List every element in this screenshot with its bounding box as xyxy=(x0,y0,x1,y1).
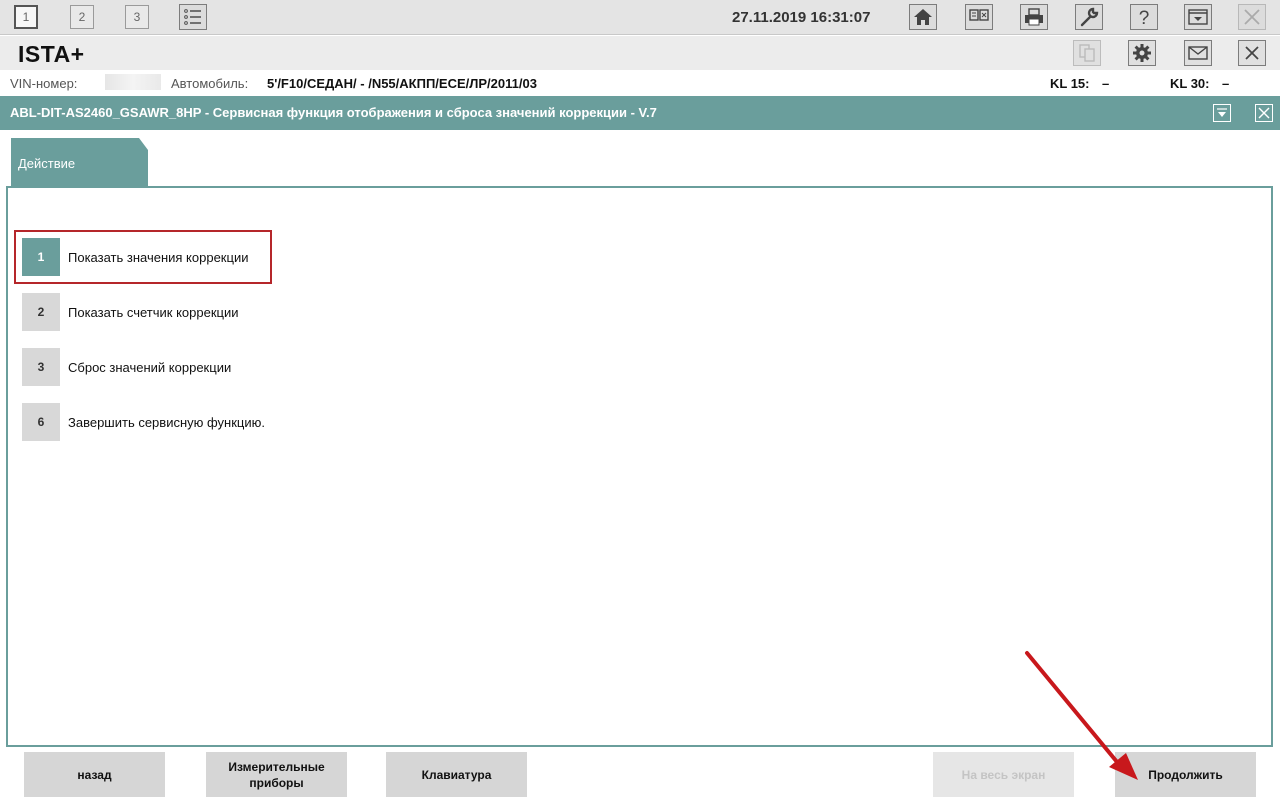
dialog-collapse-button[interactable] xyxy=(1213,104,1231,122)
workspace-tab-3[interactable]: 3 xyxy=(125,5,149,29)
home-button[interactable] xyxy=(909,4,937,30)
option-number: 2 xyxy=(22,293,60,331)
vehicle-management-button[interactable] xyxy=(965,4,993,30)
kl15-value: – xyxy=(1102,76,1110,91)
option-show-correction-values[interactable]: 1 Показать значения коррекции xyxy=(22,238,248,276)
close-app-button[interactable] xyxy=(1238,4,1266,30)
home-icon xyxy=(914,9,932,25)
help-icon: ? xyxy=(1139,8,1150,27)
vehicle-info-bar: VIN-номер: Автомобиль: 5'/F10/СЕДАН/ - /… xyxy=(0,70,1280,95)
list-icon xyxy=(184,9,201,25)
close-icon xyxy=(1245,46,1259,60)
dropdown-icon xyxy=(1217,108,1227,117)
workspace-tab-1[interactable]: 1 xyxy=(14,5,38,29)
copy-icon xyxy=(1079,44,1095,62)
dialog-title-bar: ABL-DIT-AS2460_GSAWR_8HP - Сервисная фун… xyxy=(0,96,1280,130)
copy-button[interactable] xyxy=(1073,40,1101,66)
tab-action[interactable]: Действие xyxy=(11,138,148,187)
app-title: ISTA+ xyxy=(18,41,85,67)
option-finish-service-function[interactable]: 6 Завершить сервисную функцию. xyxy=(22,403,265,441)
vehicle-data-icon xyxy=(969,9,989,21)
option-number: 1 xyxy=(22,238,60,276)
help-button[interactable]: ? xyxy=(1130,4,1158,30)
close-session-button[interactable] xyxy=(1238,40,1266,66)
settings-button[interactable] xyxy=(1128,40,1156,66)
wrench-icon xyxy=(1080,7,1099,27)
close-icon xyxy=(1258,107,1270,119)
vin-value-redacted xyxy=(105,74,161,90)
app-header: ISTA+ xyxy=(0,36,1280,70)
svg-text:?: ? xyxy=(1139,8,1150,27)
kl30-label: KL 30: xyxy=(1170,76,1210,91)
fullscreen-button[interactable]: На весь экран xyxy=(933,752,1074,797)
minimize-icon xyxy=(1188,9,1208,25)
car-value: 5'/F10/СЕДАН/ - /N55/АКПП/ECE/ЛР/2011/03 xyxy=(267,76,537,91)
measuring-devices-label-line1: Измерительные xyxy=(228,759,325,774)
dialog-close-button[interactable] xyxy=(1255,104,1273,122)
datetime-display: 27.11.2019 16:31:07 xyxy=(732,9,871,26)
print-button[interactable] xyxy=(1020,4,1048,30)
printer-icon xyxy=(1025,8,1043,26)
option-label: Завершить сервисную функцию. xyxy=(68,414,265,430)
kl30-value: – xyxy=(1222,76,1230,91)
dialog-title: ABL-DIT-AS2460_GSAWR_8HP - Сервисная фун… xyxy=(10,105,657,120)
back-button[interactable]: назад xyxy=(24,752,165,797)
service-button[interactable] xyxy=(1075,4,1103,30)
gear-icon xyxy=(1133,44,1151,62)
workspace-tab-2[interactable]: 2 xyxy=(70,5,94,29)
option-reset-correction-values[interactable]: 3 Сброс значений коррекции xyxy=(22,348,231,386)
measuring-devices-label-line2: приборы xyxy=(249,775,304,790)
car-label: Автомобиль: xyxy=(171,76,249,91)
top-toolbar: 1 2 3 27.11.2019 16:31:07 ? xyxy=(0,0,1280,35)
envelope-icon xyxy=(1188,46,1208,60)
option-number: 6 xyxy=(22,403,60,441)
tab-action-label: Действие xyxy=(18,156,76,171)
kl15-label: KL 15: xyxy=(1050,76,1090,91)
message-button[interactable] xyxy=(1184,40,1212,66)
minimize-button[interactable] xyxy=(1184,4,1212,30)
option-label: Сброс значений коррекции xyxy=(68,359,232,375)
vin-label: VIN-номер: xyxy=(10,76,78,91)
option-label: Показать счетчик коррекции xyxy=(68,304,239,320)
measuring-devices-button[interactable]: Измерительные приборы xyxy=(206,752,347,797)
option-label: Показать значения коррекции xyxy=(68,249,249,265)
list-view-button[interactable] xyxy=(179,4,207,30)
keyboard-button[interactable]: Клавиатура xyxy=(386,752,527,797)
close-icon xyxy=(1244,9,1260,25)
continue-button[interactable]: Продолжить xyxy=(1115,752,1256,797)
option-number: 3 xyxy=(22,348,60,386)
option-show-correction-counter[interactable]: 2 Показать счетчик коррекции xyxy=(22,293,239,331)
